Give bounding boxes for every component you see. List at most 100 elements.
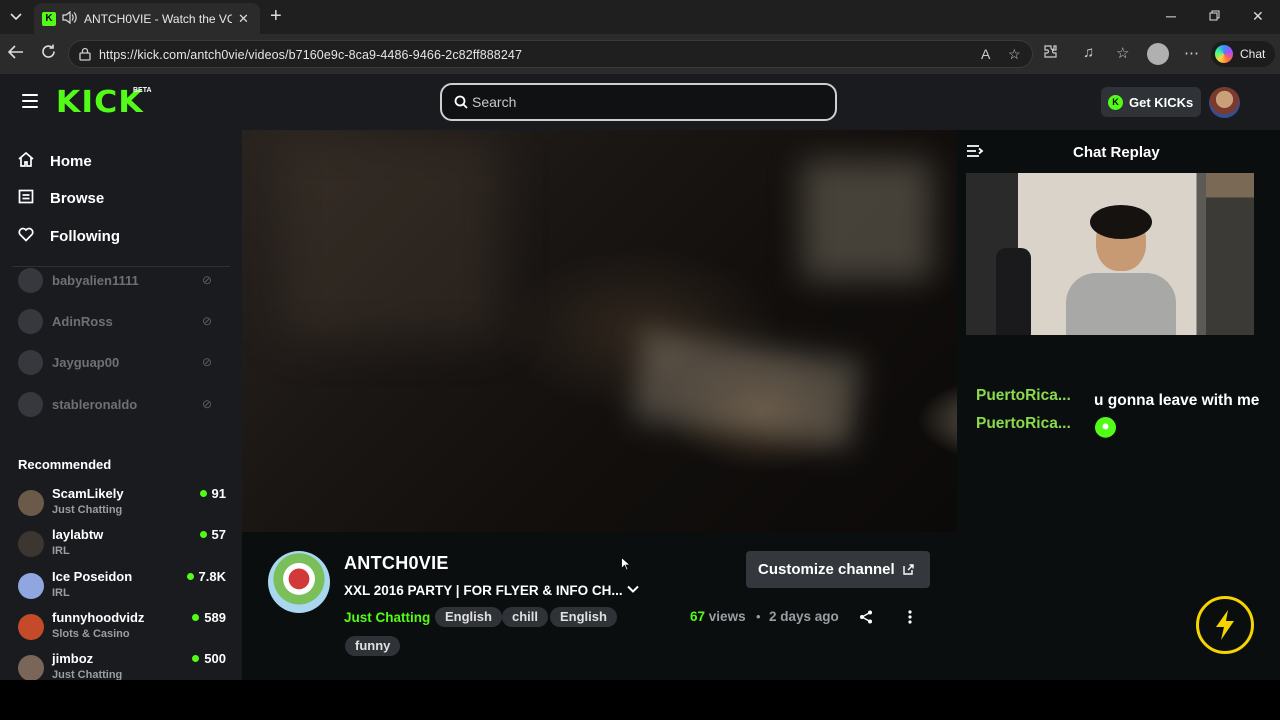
sidebar-item-label: Browse — [50, 190, 105, 207]
reload-icon[interactable] — [41, 44, 56, 64]
minimize-icon[interactable]: ─ — [1166, 8, 1176, 24]
recommended-channel-name: jimboz — [52, 651, 94, 666]
live-dot-icon — [199, 490, 207, 497]
search-input[interactable] — [472, 93, 812, 111]
sidebar-item-browse[interactable]: Browse — [18, 189, 104, 208]
recommended-channel-item[interactable]: jimboz Just Chatting 500 — [18, 651, 228, 680]
avatar — [18, 308, 43, 334]
extensions-icon[interactable] — [1043, 44, 1058, 63]
recommended-channel-item[interactable]: Ice Poseidon IRL 7.8K — [18, 569, 228, 605]
recommended-channel-category: Slots & Casino — [52, 628, 130, 640]
recommended-channel-item[interactable]: ScamLikely Just Chatting 91 — [18, 486, 228, 522]
mouse-cursor-icon — [621, 557, 630, 571]
view-count: 67 views — [690, 609, 746, 624]
new-tab-icon[interactable]: + — [270, 6, 282, 26]
tab-list-chevron-icon[interactable] — [4, 5, 28, 29]
live-dot-icon — [186, 573, 194, 580]
avatar — [18, 391, 43, 417]
video-frame-blur — [282, 140, 502, 340]
media-control-icon[interactable]: ♫ — [1083, 44, 1094, 61]
avatar — [18, 531, 44, 557]
recommended-heading: Recommended — [18, 457, 112, 472]
webcam-background — [1206, 173, 1254, 335]
more-options-icon[interactable] — [908, 610, 912, 624]
close-window-icon[interactable]: ✕ — [1252, 8, 1264, 25]
webcam-streamer-hair — [1090, 205, 1152, 239]
lightning-bolt-button[interactable] — [1196, 596, 1254, 654]
viewer-count: 589 — [192, 610, 226, 625]
tag-chip[interactable]: English — [550, 607, 617, 627]
back-arrow-icon[interactable] — [7, 44, 24, 64]
get-kicks-button[interactable]: K Get KICKs — [1101, 87, 1201, 117]
sidebar-item-home[interactable]: Home — [18, 151, 92, 171]
kick-page: KICK BETA K Get KICKs Home — [0, 74, 1280, 680]
site-info-icon[interactable] — [79, 47, 91, 61]
recommended-channel-category: IRL — [52, 587, 70, 599]
speaker-icon[interactable] — [62, 10, 78, 27]
video-title: XXL 2016 PARTY | FOR FLYER & INFO CH... — [344, 583, 623, 598]
recommended-channel-item[interactable]: laylabtw IRL 57 — [18, 527, 228, 563]
avatar — [18, 349, 43, 375]
webcam-streamer — [1066, 205, 1176, 335]
browser-profile-avatar[interactable] — [1147, 43, 1169, 65]
chat-username[interactable]: PuertoRica... — [976, 415, 1086, 433]
favorite-star-icon[interactable]: ☆ — [1008, 46, 1021, 63]
browser-tab[interactable]: K ANTCH0VIE - Watch the VOD ✕ — [34, 3, 260, 34]
menu-hamburger-icon[interactable] — [22, 94, 38, 108]
viewer-count: 57 — [199, 527, 226, 542]
expand-title-chevron-icon[interactable] — [627, 583, 639, 595]
chat-header: Chat Replay — [957, 130, 1280, 173]
category-link[interactable]: Just Chatting — [344, 610, 430, 625]
address-bar[interactable]: https://kick.com/antch0vie/videos/b7160e… — [68, 40, 1033, 68]
tag-chip[interactable]: English — [435, 607, 502, 627]
kick-logo[interactable]: KICK — [56, 85, 144, 120]
tab-title: ANTCH0VIE - Watch the VOD — [84, 11, 232, 26]
lightning-bolt-icon — [1216, 610, 1234, 640]
video-frame-blur — [802, 160, 932, 280]
video-frame-blur — [631, 330, 863, 450]
more-menu-icon[interactable]: ⋯ — [1184, 44, 1199, 62]
sidebar-item-label: Following — [50, 228, 120, 245]
offline-camera-icon: ⊘ — [202, 397, 213, 411]
tab-close-icon[interactable]: ✕ — [238, 11, 249, 27]
site-header: KICK BETA K Get KICKs — [0, 74, 1280, 130]
tag-chip[interactable]: chill — [502, 607, 549, 627]
customize-channel-button[interactable]: Customize channel — [746, 551, 930, 588]
posted-time: 2 days ago — [769, 609, 839, 624]
following-channel-item[interactable]: AdinRoss ⊘ — [18, 307, 228, 335]
offline-camera-icon: ⊘ — [202, 314, 213, 328]
restore-icon[interactable] — [1209, 8, 1220, 24]
search-icon — [454, 95, 468, 109]
home-icon — [18, 151, 36, 171]
collapse-chat-icon[interactable] — [966, 144, 984, 158]
read-aloud-icon[interactable]: A — [981, 46, 990, 62]
tag-chip[interactable]: funny — [345, 636, 401, 656]
avatar — [18, 573, 44, 599]
channel-name[interactable]: ANTCH0VIE — [344, 553, 449, 574]
chat-title: Chat Replay — [1073, 144, 1160, 161]
user-avatar[interactable] — [1209, 87, 1240, 118]
offline-camera-icon: ⊘ — [202, 273, 213, 287]
following-channel-item[interactable]: babyalien1111 ⊘ — [18, 266, 228, 294]
recommended-channel-item[interactable]: funnyhoodvidz Slots & Casino 589 — [18, 610, 228, 646]
avatar — [18, 490, 44, 516]
beta-badge: BETA — [133, 87, 152, 94]
following-channel-name: AdinRoss — [52, 313, 113, 329]
browser-toolbar: https://kick.com/antch0vie/videos/b7160e… — [0, 34, 1280, 74]
following-channel-item[interactable]: stableronaldo ⊘ — [18, 390, 228, 418]
channel-avatar[interactable] — [268, 551, 330, 613]
following-channel-item[interactable]: Jayguap00 ⊘ — [18, 348, 228, 376]
copilot-chat-button[interactable]: Chat — [1211, 41, 1275, 67]
meta-separator: • — [756, 609, 761, 624]
avatar — [18, 655, 44, 680]
video-player[interactable] — [242, 130, 957, 532]
chat-username[interactable]: PuertoRica... — [976, 387, 1086, 405]
viewer-count-value: 7.8K — [198, 569, 226, 584]
following-channel-name: Jayguap00 — [52, 354, 120, 370]
share-icon[interactable] — [859, 610, 873, 624]
sidebar-item-following[interactable]: Following — [18, 227, 120, 246]
favorites-icon[interactable]: ☆ — [1116, 44, 1129, 62]
recommended-channel-category: Just Chatting — [52, 504, 123, 516]
search-box[interactable] — [440, 83, 837, 121]
chat-message: PuertoRica... — [976, 415, 1086, 438]
